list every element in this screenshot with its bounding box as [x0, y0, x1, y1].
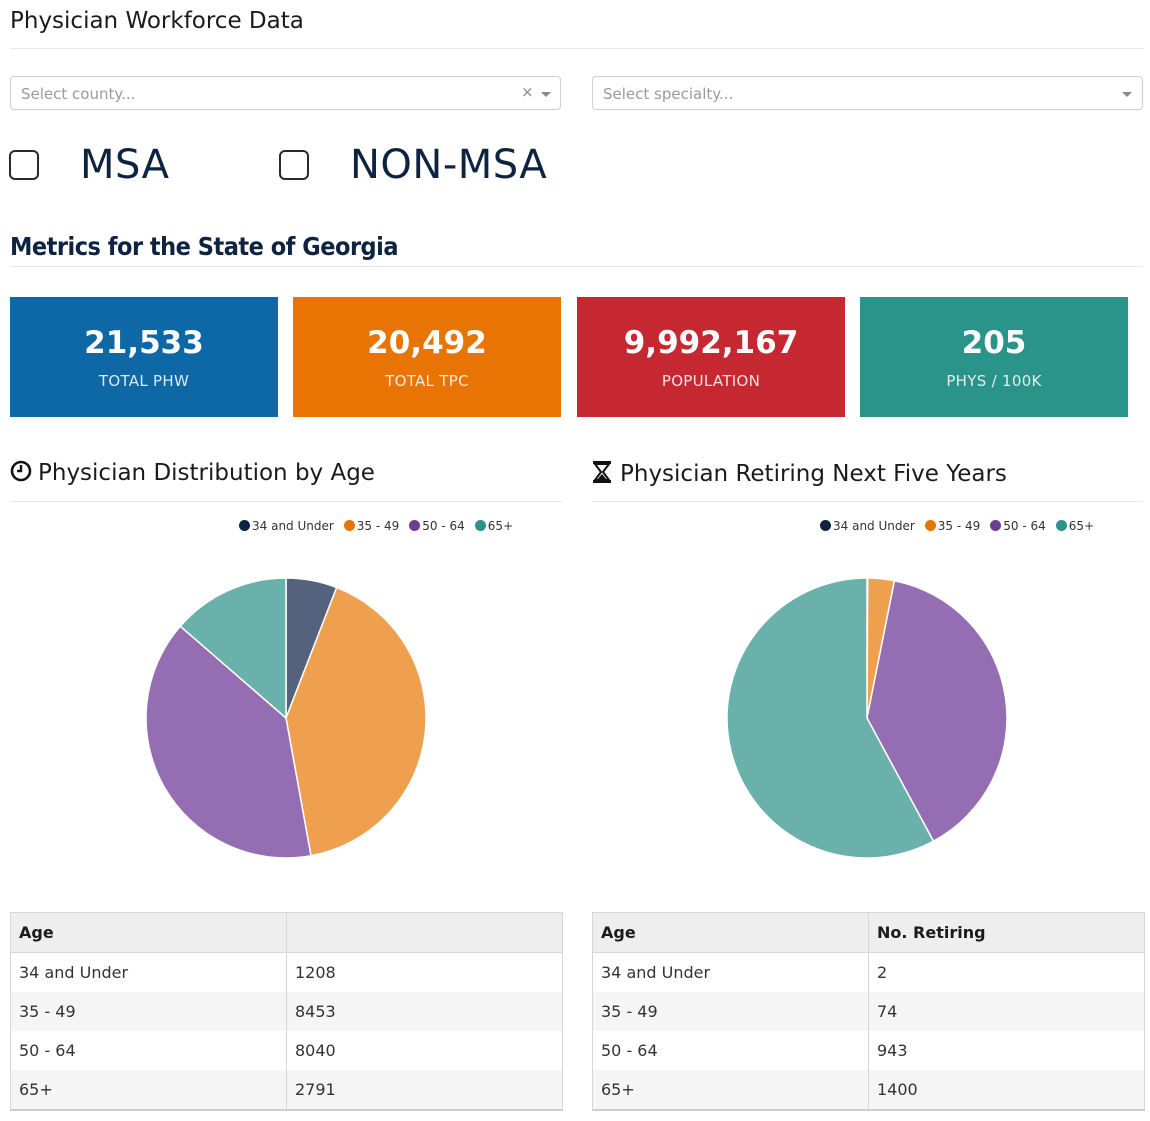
legend-swatch: [990, 520, 1002, 531]
legend-swatch: [1055, 520, 1067, 531]
population-card: 9,992,167 POPULATION: [577, 297, 845, 417]
legend-label: 35 - 49: [356, 519, 400, 533]
column-header: Age: [10, 912, 287, 953]
legend-swatch: [924, 520, 936, 531]
specialty-select-placeholder: Select specialty...: [603, 85, 734, 103]
card-label: TOTAL TPC: [385, 372, 469, 390]
table-cell: 2791: [286, 1070, 563, 1111]
table-cell: 8453: [286, 992, 563, 1031]
divider: [10, 501, 562, 502]
table-cell: 34 and Under: [10, 952, 287, 992]
total-phw-card: 21,533 TOTAL PHW: [10, 297, 278, 417]
column-header: Age: [592, 912, 869, 953]
retiring-pie: [726, 577, 1008, 859]
legend-item[interactable]: 50 - 64: [990, 519, 1046, 533]
legend-item[interactable]: 65+: [474, 519, 514, 533]
legend-label: 50 - 64: [422, 519, 465, 533]
card-value: 20,492: [367, 325, 487, 361]
non-msa-label[interactable]: NON-MSA: [350, 142, 547, 188]
table-cell: 50 - 64: [10, 1031, 287, 1070]
chevron-down-icon[interactable]: [1122, 92, 1132, 97]
clock-icon: [10, 460, 32, 482]
age-distribution-title: Physician Distribution by Age: [10, 460, 375, 486]
retiring-title: Physician Retiring Next Five Years: [592, 460, 1007, 487]
column-header: No. Retiring: [868, 912, 1145, 953]
legend-swatch: [474, 520, 486, 531]
age-distribution-pie: [145, 577, 427, 859]
section-title-text: Physician Distribution by Age: [38, 460, 375, 486]
chart-legend: 34 and Under 35 - 49 50 - 64 65+: [239, 519, 523, 533]
hourglass-icon: [593, 461, 611, 483]
legend-swatch: [239, 520, 250, 531]
card-label: PHYS / 100K: [946, 372, 1042, 390]
county-select[interactable]: Select county... ×: [10, 76, 561, 110]
phys-per-100k-card: 205 PHYS / 100K: [860, 297, 1128, 417]
divider: [10, 48, 1143, 49]
legend-item[interactable]: 65+: [1055, 519, 1095, 533]
legend-item[interactable]: 50 - 64: [409, 519, 465, 533]
legend-item[interactable]: 34 and Under: [239, 519, 334, 533]
clear-icon[interactable]: ×: [521, 83, 534, 101]
table-cell: 1400: [868, 1070, 1145, 1111]
chart-legend: 34 and Under 35 - 49 50 - 64 65+: [820, 519, 1104, 533]
msa-label[interactable]: MSA: [80, 142, 170, 188]
column-header: [286, 912, 563, 953]
legend-swatch: [409, 520, 421, 531]
table-row: 34 and Under 1208: [10, 952, 563, 992]
table-cell: 65+: [592, 1070, 869, 1111]
table-row: 65+ 1400: [592, 1070, 1145, 1111]
total-tpc-card: 20,492 TOTAL TPC: [293, 297, 561, 417]
legend-item[interactable]: 35 - 49: [924, 519, 981, 533]
legend-label: 65+: [1068, 519, 1095, 533]
table-cell: 35 - 49: [592, 992, 869, 1031]
specialty-select[interactable]: Select specialty...: [592, 76, 1143, 110]
chevron-down-icon[interactable]: [541, 92, 551, 97]
table-row: 34 and Under 2: [592, 952, 1145, 992]
retiring-table: Age No. Retiring 34 and Under 2 35 - 49 …: [592, 912, 1145, 1111]
divider: [10, 266, 1143, 267]
legend-item[interactable]: 34 and Under: [820, 519, 915, 533]
legend-label: 34 and Under: [252, 519, 334, 533]
msa-checkbox[interactable]: [9, 150, 39, 180]
county-select-placeholder: Select county...: [21, 85, 136, 103]
table-cell: 35 - 49: [10, 992, 287, 1031]
legend-swatch: [343, 520, 355, 531]
legend-label: 35 - 49: [937, 519, 981, 533]
table-cell: 1208: [286, 952, 563, 992]
age-distribution-table: Age 34 and Under 1208 35 - 49 8453 50 - …: [10, 912, 563, 1111]
table-row: 35 - 49 8453: [10, 992, 563, 1031]
card-value: 205: [961, 325, 1027, 361]
table-cell: 34 and Under: [592, 952, 869, 992]
table-cell: 2: [868, 952, 1145, 992]
table-row: 35 - 49 74: [592, 992, 1145, 1031]
table-row: 65+ 2791: [10, 1070, 563, 1111]
card-value: 21,533: [84, 325, 204, 361]
legend-label: 34 and Under: [833, 519, 915, 533]
legend-label: 65+: [487, 519, 514, 533]
non-msa-checkbox[interactable]: [279, 150, 309, 180]
table-row: 50 - 64 943: [592, 1031, 1145, 1070]
legend-item[interactable]: 35 - 49: [343, 519, 400, 533]
legend-swatch: [820, 520, 831, 531]
card-label: POPULATION: [661, 372, 761, 390]
table-cell: 943: [868, 1031, 1145, 1070]
card-value: 9,992,167: [623, 325, 799, 361]
table-cell: 74: [868, 992, 1145, 1031]
section-title-text: Physician Retiring Next Five Years: [620, 461, 1007, 487]
metrics-heading: Metrics for the State of Georgia: [10, 232, 399, 261]
table-row: 50 - 64 8040: [10, 1031, 563, 1070]
divider: [592, 501, 1143, 502]
legend-label: 50 - 64: [1003, 519, 1046, 533]
table-cell: 50 - 64: [592, 1031, 869, 1070]
page-title: Physician Workforce Data: [10, 8, 304, 34]
table-cell: 8040: [286, 1031, 563, 1070]
card-label: TOTAL PHW: [98, 372, 190, 390]
table-cell: 65+: [10, 1070, 287, 1111]
